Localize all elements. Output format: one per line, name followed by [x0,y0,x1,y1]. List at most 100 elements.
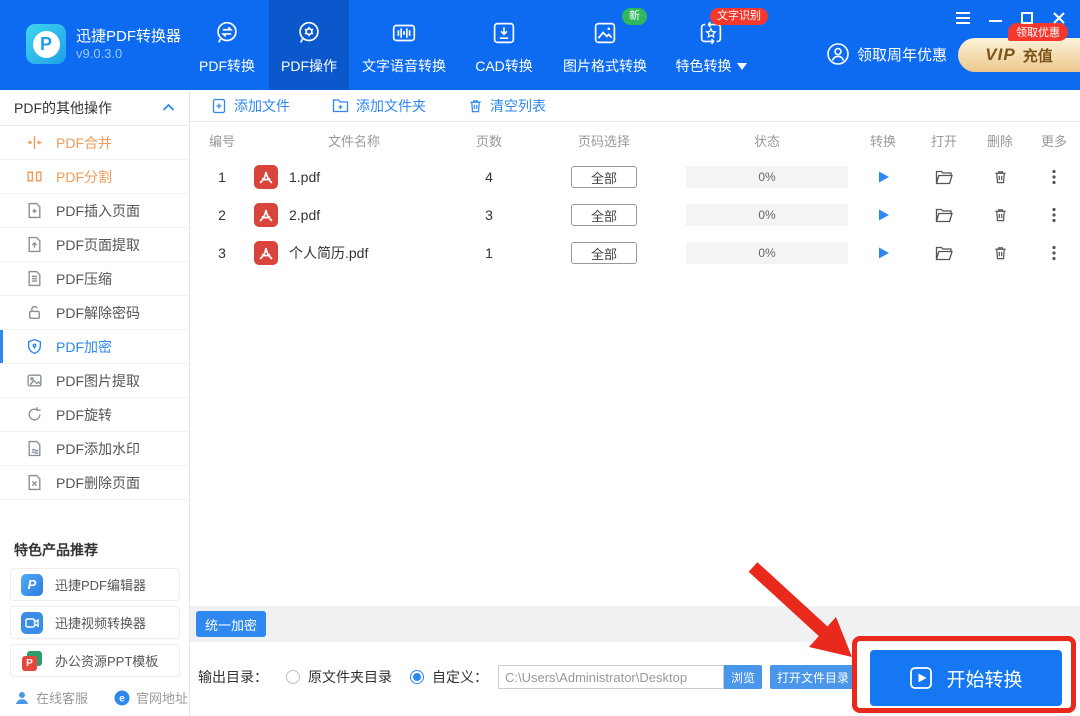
sidebar-section-header[interactable]: PDF的其他操作 [0,90,189,126]
menu-icon[interactable] [952,8,974,28]
minimize-button[interactable] [984,8,1006,28]
page-select-button[interactable]: 全部 [571,242,637,264]
unlock-icon [26,304,43,321]
more-button[interactable] [1052,207,1056,223]
col-header: 更多 [1040,133,1067,149]
delete-button[interactable] [993,245,1008,261]
delete-button[interactable] [993,207,1008,223]
chevron-up-icon [162,103,175,111]
row-number: 3 [218,245,226,261]
product-label: 办公资源PPT模板 [55,654,159,669]
headset-person-icon [16,691,28,704]
title-bar: P 迅捷PDF转换器 v9.0.3.0 PDF转换 PDF操作 文字语音转换 C… [0,0,1080,90]
sidebar-footer: 在线客服 e 官网地址 [14,688,188,707]
sidebar-item-pdf-image-extract[interactable]: PDF图片提取 [0,364,189,398]
pdf-file-icon [254,241,278,265]
product-label: 迅捷视频转换器 [55,616,147,631]
open-folder-button[interactable] [935,170,953,185]
online-service-label: 在线客服 [36,691,89,706]
sidebar-item-pdf-split[interactable]: PDF分割 [0,160,189,194]
compress-icon [26,270,43,287]
sidebar-item-pdf-remove-password[interactable]: PDF解除密码 [0,296,189,330]
page-count: 3 [485,207,493,223]
tab-cad-convert[interactable]: CAD转换 [459,0,549,90]
tab-pdf-convert[interactable]: PDF转换 [185,0,269,90]
new-badge: 新 [622,8,647,25]
radio-original-label: 原文件夹目录 [308,669,392,685]
sidebar-item-pdf-rotate[interactable]: PDF旋转 [0,398,189,432]
table-row: 3 个人简历.pdf 1 全部 0% [190,234,1080,272]
open-folder-button[interactable] [935,246,953,261]
gear-circle-icon [294,17,324,49]
footer-strip: 统一加密 [190,606,1080,642]
ocr-badge: 文字识别 [710,8,768,25]
page-select-button[interactable]: 全部 [571,204,637,226]
add-folder-label: 添加文件夹 [356,97,426,114]
file-plus-icon [212,98,226,113]
pdf-file-icon [254,203,278,227]
website-label: 官网地址 [136,691,189,706]
file-name: 2.pdf [289,207,321,223]
ppt-templates-icon: P [21,650,43,672]
open-folder-button[interactable] [935,208,953,223]
delete-button[interactable] [993,169,1008,185]
anniversary-offer-label: 领取周年优惠 [857,46,948,64]
tab-label: 图片格式转换 [563,58,647,74]
product-label: 迅捷PDF编辑器 [55,578,147,593]
maximize-button[interactable] [1016,8,1038,28]
row-number: 2 [218,207,226,223]
product-video-converter[interactable]: 迅捷视频转换器 [10,606,180,639]
more-button[interactable] [1052,245,1056,261]
online-service-link[interactable]: 在线客服 [14,688,88,707]
tab-label: CAD转换 [475,58,533,74]
radio-original-folder[interactable] [286,670,300,684]
table-row: 2 2.pdf 3 全部 0% [190,196,1080,234]
sidebar-item-label: PDF加密 [56,338,112,355]
download-box-icon [489,17,519,49]
radio-custom[interactable] [410,670,424,684]
browse-button[interactable]: 浏览 [724,665,763,689]
watermark-icon [26,440,43,457]
more-button[interactable] [1052,169,1056,185]
sidebar-item-label: PDF页面提取 [56,236,140,253]
page-select-button[interactable]: 全部 [571,166,637,188]
app-logo: P [26,24,66,64]
sidebar-item-pdf-page-extract[interactable]: PDF页面提取 [0,228,189,262]
convert-play-button[interactable] [875,169,891,185]
sidebar-item-pdf-insert-page[interactable]: PDF插入页面 [0,194,189,228]
sidebar-item-pdf-encrypt[interactable]: PDF加密 [0,330,189,364]
sidebar-item-pdf-merge[interactable]: PDF合并 [0,126,189,160]
add-file-button[interactable]: 添加文件 [211,96,290,116]
tab-label: 文字语音转换 [362,58,446,74]
convert-play-button[interactable] [875,207,891,223]
tab-text-voice-convert[interactable]: 文字语音转换 [349,0,459,90]
sidebar-item-label: PDF图片提取 [56,372,140,389]
open-directory-button[interactable]: 打开文件目录 [770,665,857,689]
clear-list-button[interactable]: 清空列表 [468,96,546,116]
window-controls [952,8,1070,28]
tab-pdf-operate[interactable]: PDF操作 [269,0,349,90]
sidebar-item-label: PDF删除页面 [56,474,140,491]
app-version: v9.0.3.0 [76,46,123,61]
file-name: 个人简历.pdf [289,245,369,261]
unified-encrypt-button[interactable]: 统一加密 [196,611,267,637]
start-convert-button[interactable]: 开始转换 [870,650,1062,706]
add-folder-button[interactable]: 添加文件夹 [332,96,426,116]
sidebar-item-pdf-compress[interactable]: PDF压缩 [0,262,189,296]
convert-play-button[interactable] [875,245,891,261]
output-directory-label: 输出目录： [198,669,268,685]
website-link[interactable]: e 官网地址 [114,688,188,707]
pdf-file-icon [254,165,278,189]
product-pdf-editor[interactable]: P 迅捷PDF编辑器 [10,568,180,601]
file-toolbar: 添加文件 添加文件夹 清空列表 [190,90,1080,122]
table-header: 编号 文件名称 页数 页码选择 状态 转换 打开 删除 更多 [190,122,1080,158]
vip-recharge-button[interactable]: VIP 充值 [958,38,1080,72]
output-path-input[interactable] [498,665,724,689]
sidebar-item-pdf-delete-page[interactable]: PDF删除页面 [0,466,189,500]
sidebar-item-pdf-watermark[interactable]: PDF添加水印 [0,432,189,466]
page-extract-icon [26,236,43,253]
anniversary-offer-link[interactable]: 领取周年优惠 [826,42,947,66]
product-ppt-templates[interactable]: P 办公资源PPT模板 [10,644,180,677]
close-button[interactable] [1048,8,1070,28]
image-icon [590,17,620,49]
